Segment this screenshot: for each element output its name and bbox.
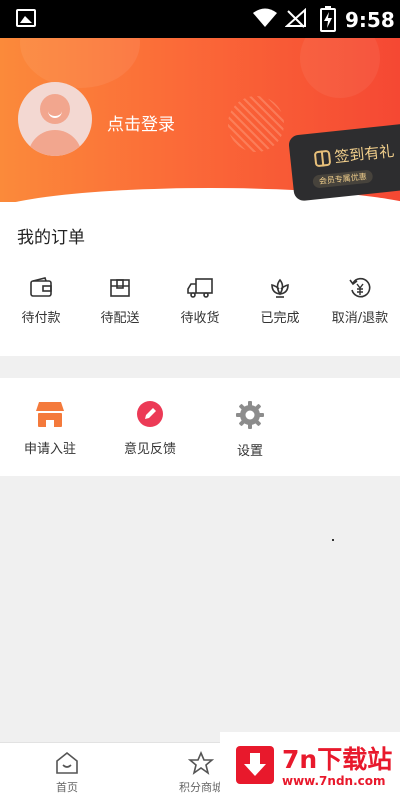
- service-label: 申请入驻: [23, 442, 76, 457]
- feedback-button[interactable]: 意见反馈: [110, 400, 190, 457]
- site-watermark: 7n下载站 www.7ndn.com: [220, 732, 400, 800]
- clock: 9:58: [345, 8, 395, 32]
- package-icon: [110, 279, 130, 297]
- store-icon: [36, 402, 64, 427]
- service-label: 意见反馈: [123, 442, 176, 457]
- order-cancel-refund[interactable]: 取消/退款: [324, 277, 396, 326]
- orders-section: 我的订单 待付款 待配送 待收货 已完成 取消/退款: [0, 202, 400, 356]
- no-signal-icon: [285, 8, 306, 28]
- wifi-icon: [253, 8, 277, 27]
- tab-home[interactable]: 首页: [32, 751, 102, 795]
- settings-button[interactable]: 设置: [210, 400, 290, 459]
- order-completed[interactable]: 已完成: [244, 277, 316, 326]
- gift-icon: [313, 149, 332, 168]
- decor-striped-circle: [228, 96, 284, 152]
- star-icon: [188, 751, 214, 775]
- order-pending-delivery[interactable]: 待配送: [84, 277, 156, 326]
- decor-circle: [300, 38, 380, 98]
- battery-charging-icon: [320, 6, 336, 32]
- avatar[interactable]: [18, 82, 92, 156]
- login-link[interactable]: 点击登录: [107, 110, 175, 135]
- lotus-icon: [271, 278, 289, 298]
- status-bar: 9:58: [0, 0, 400, 38]
- watermark-url: www.7ndn.com: [282, 774, 386, 788]
- order-item-label: 待收货: [180, 311, 220, 326]
- image-icon: [16, 9, 36, 27]
- orders-title: 我的订单: [17, 228, 85, 248]
- order-pending-receipt[interactable]: 待收货: [164, 277, 236, 326]
- refund-icon: [349, 277, 371, 298]
- download-logo-icon: [236, 746, 274, 784]
- order-item-label: 取消/退款: [331, 311, 389, 326]
- service-label: 设置: [236, 444, 263, 459]
- avatar-head: [40, 94, 70, 124]
- gear-icon: [236, 401, 264, 429]
- edit-icon: [137, 401, 163, 427]
- signin-card-title: 签到有礼: [333, 142, 396, 167]
- watermark-brand: 7n下载站: [282, 745, 393, 774]
- signin-reward-card[interactable]: 签到有礼 会员专属优惠: [288, 123, 400, 202]
- truck-icon: [187, 278, 213, 298]
- order-item-label: 待配送: [100, 311, 140, 326]
- tab-label: 首页: [56, 781, 78, 794]
- order-item-label: 待付款: [21, 311, 61, 326]
- order-item-label: 已完成: [260, 311, 300, 326]
- stray-dot: [332, 539, 334, 541]
- order-pending-payment[interactable]: 待付款: [5, 277, 77, 326]
- avatar-body: [28, 130, 82, 156]
- decor-circle: [20, 38, 140, 88]
- apply-merchant-button[interactable]: 申请入驻: [10, 400, 90, 457]
- wallet-icon: [30, 277, 52, 297]
- signin-card-subtitle: 会员专属优惠: [312, 169, 374, 189]
- home-icon: [56, 751, 78, 774]
- services-section: 申请入驻 意见反馈 设置: [0, 378, 400, 476]
